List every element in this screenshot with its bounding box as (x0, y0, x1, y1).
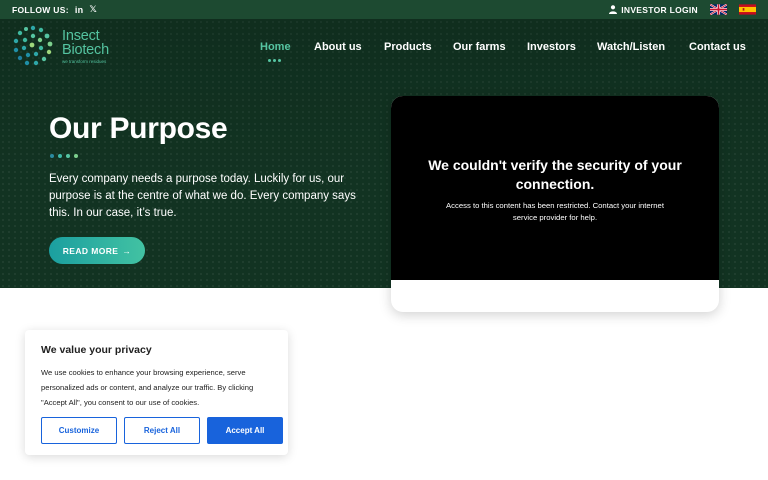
video-card: We couldn't verify the security of your … (391, 96, 719, 312)
read-more-button[interactable]: READ MORE → (49, 237, 145, 264)
user-icon (609, 5, 618, 14)
cookie-consent-banner: We value your privacy We use cookies to … (25, 330, 288, 455)
customize-button[interactable]: Customize (41, 417, 117, 444)
investor-login-label: INVESTOR LOGIN (621, 4, 698, 15)
arrow-right-icon: → (122, 245, 132, 256)
accept-all-button[interactable]: Accept All (207, 417, 283, 444)
video-embed[interactable]: We couldn't verify the security of your … (391, 96, 719, 280)
top-bar-right: INVESTOR LOGIN (609, 4, 756, 15)
cookie-text: We use cookies to enhance your browsing … (41, 368, 254, 407)
investor-login-link[interactable]: INVESTOR LOGIN (609, 5, 698, 15)
nav-active-indicator (268, 59, 281, 62)
nav-about-us[interactable]: About us (314, 41, 362, 53)
nav-home[interactable]: Home (260, 41, 291, 53)
cookie-buttons: Customize Reject All Accept All (41, 417, 283, 444)
video-error-title: We couldn't verify the security of your … (428, 157, 682, 192)
x-icon[interactable]: 𝕏 (89, 4, 97, 15)
follow-us-group: FOLLOW US: in 𝕏 (12, 4, 97, 15)
nav-investors[interactable]: Investors (527, 41, 576, 53)
cookie-title: We value your privacy (41, 344, 152, 356)
follow-us-label: FOLLOW US: (12, 4, 69, 15)
main-nav: Home About us Products Our farms Investo… (0, 41, 768, 55)
nav-products[interactable]: Products (384, 41, 432, 53)
hero-title-dots (50, 154, 78, 158)
top-bar: FOLLOW US: in 𝕏 INVESTOR LOGIN (0, 0, 768, 19)
nav-contact-us[interactable]: Contact us (689, 41, 746, 53)
logo-tagline: we transform residues (62, 58, 107, 64)
reject-all-button[interactable]: Reject All (124, 417, 200, 444)
read-more-label: READ MORE (62, 245, 119, 256)
video-error-message: Access to this content has been restrict… (446, 201, 664, 222)
linkedin-icon[interactable]: in (75, 5, 84, 15)
spain-flag-icon[interactable] (739, 4, 756, 15)
nav-our-farms[interactable]: Our farms (453, 41, 506, 53)
nav-watch-listen[interactable]: Watch/Listen (597, 41, 665, 53)
hero-body-text: Every company needs a purpose today. Luc… (49, 173, 356, 219)
uk-flag-icon[interactable] (710, 4, 727, 15)
hero-title: Our Purpose (49, 112, 228, 145)
